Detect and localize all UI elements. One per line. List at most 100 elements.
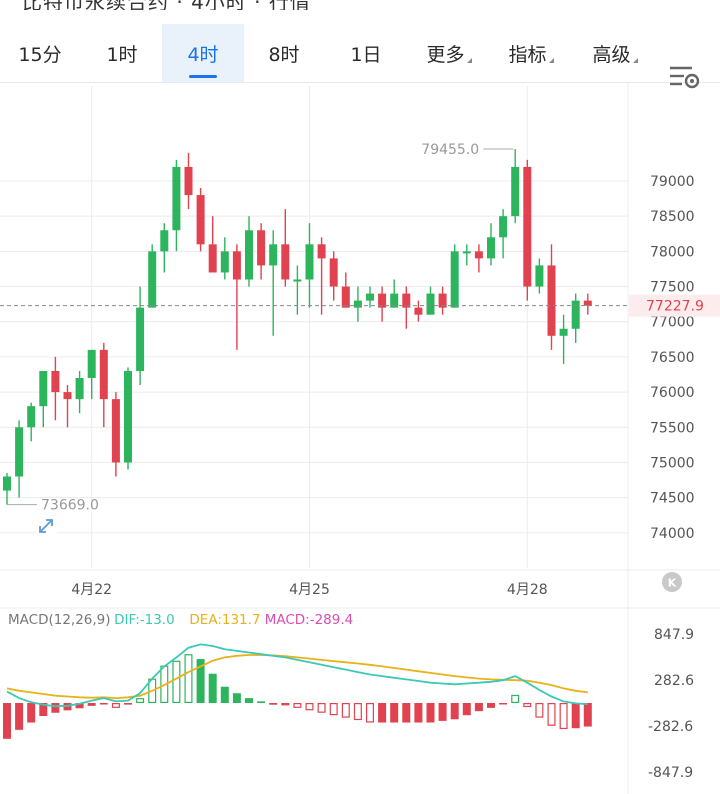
candle-body [293, 279, 302, 282]
macd-histogram-bar [571, 703, 580, 729]
candle-body [99, 349, 108, 400]
timeframe-tabs: 15分 1时 4时 8时 1日 更多 指标 高级 [0, 24, 720, 89]
candle-body [450, 251, 459, 308]
macd-dea-line [6, 654, 588, 700]
candle-body [63, 392, 72, 400]
date-label: 4月28 [507, 582, 548, 598]
tab-8h[interactable]: 8时 [248, 24, 320, 82]
last-price-label: 77227.9 [646, 299, 704, 315]
tab-1d[interactable]: 1日 [330, 24, 402, 82]
candle-body [184, 166, 193, 196]
candle-body [511, 166, 520, 217]
candle-body [535, 265, 544, 287]
macd-histogram-bar [27, 703, 36, 723]
date-axis: 4月22 4月25 4月28 [71, 582, 547, 598]
candle-body [220, 251, 229, 273]
macd-histogram-bar [136, 698, 145, 703]
macd-histogram-bar [378, 703, 387, 723]
candle-body [571, 300, 580, 329]
macd-histogram-bar [51, 703, 60, 713]
macd-histogram-bar [99, 703, 108, 705]
macd-histogram-bar [232, 693, 241, 703]
price-tick-label: 74000 [650, 526, 695, 542]
candle-body [583, 300, 592, 306]
expand-chart-icon[interactable] [33, 513, 59, 539]
candle-body [15, 427, 24, 477]
tab-4h[interactable]: 4时 [162, 24, 244, 82]
candle-body [245, 230, 253, 280]
macd-histogram-bar [208, 673, 217, 703]
price-tick-label: 74500 [650, 491, 695, 507]
macd-histogram-bar [305, 702, 314, 711]
top-header-cut: 比特币永续合约 · 4小时 · 行情 [0, 0, 720, 10]
macd-histogram-bar [111, 702, 120, 708]
macd-histogram-bar [426, 703, 435, 723]
tab-advanced[interactable]: 高级 [578, 24, 652, 82]
candle-body [426, 293, 435, 315]
tab-indicators[interactable]: 指标 [494, 24, 568, 82]
candle-body [257, 230, 266, 266]
candle-body [462, 251, 471, 254]
macd-histogram-bar [523, 702, 532, 708]
macd-tick-label: 847.9 [654, 627, 694, 643]
price-tick-label: 75500 [650, 420, 695, 436]
candle-body [353, 300, 362, 308]
macd-histogram-bar [281, 702, 290, 706]
candle-body [269, 244, 278, 266]
macd-histogram-bar [474, 703, 483, 712]
macd-tick-label: -282.6 [648, 719, 693, 735]
kline-type-icon[interactable]: K [662, 572, 682, 592]
tab-more[interactable]: 更多 [410, 24, 488, 82]
price-tick-label: 78500 [650, 209, 695, 225]
tab-15m[interactable]: 15分 [4, 24, 76, 82]
candle-body [136, 307, 145, 371]
candle-body [366, 293, 374, 301]
macd-legend-item: DEA:131.7 [189, 612, 260, 628]
price-axis: 79000 78500 78000 77500 77000 76500 76000 75500… [650, 174, 695, 542]
candle-body [329, 258, 338, 287]
price-tick-label: 78000 [650, 244, 695, 260]
candle-body [27, 406, 36, 428]
candle-body [39, 370, 48, 407]
price-tick-label: 75000 [650, 455, 695, 471]
candle-body [51, 370, 60, 393]
macd-histogram-bar [220, 686, 229, 703]
date-label: 4月22 [71, 582, 112, 598]
top-header-text: 比特币永续合约 · 4小时 · 行情 [22, 0, 311, 10]
macd-histogram-bar [329, 702, 338, 716]
candle-body [160, 230, 169, 252]
candle-body [172, 166, 181, 231]
price-tick-label: 76500 [650, 350, 695, 366]
macd-histogram-bar [583, 703, 592, 727]
candle-body [124, 370, 132, 463]
candle-body [487, 237, 495, 259]
macd-histogram-bar [353, 702, 362, 721]
macd-histogram-bar [499, 703, 508, 705]
macd-histogram-bar [438, 703, 447, 721]
macd-histogram-bar [402, 703, 411, 723]
macd-histogram-bar [184, 654, 193, 704]
macd-histogram-bar [317, 702, 326, 713]
candle-body [148, 251, 157, 308]
macd-histogram-bar [124, 703, 132, 705]
macd-histogram-bar [450, 703, 459, 720]
macd-histogram-bar [547, 702, 556, 726]
price-tick-label: 77500 [650, 280, 695, 296]
candle-body [196, 195, 205, 245]
macd-histogram-bar [15, 703, 24, 730]
macd-histogram-bar [245, 698, 253, 703]
low-marker-label: 73669.0 [41, 498, 99, 514]
macd-legend-item: DIF:-13.0 [114, 612, 175, 628]
macd-histogram-bar [559, 702, 568, 730]
price-chart[interactable]: 79000 78500 78000 77500 77000 76500 76000 75500… [0, 82, 720, 794]
dropdown-caret-icon [548, 57, 554, 63]
candle-body [87, 349, 96, 379]
macd-histogram-bar [487, 703, 495, 708]
macd-legend-item: MACD:-289.4 [265, 612, 354, 628]
candle-body [559, 328, 568, 336]
chart-grid [0, 82, 720, 794]
macd-histogram-bar [293, 702, 302, 708]
tab-1h[interactable]: 1时 [86, 24, 158, 82]
date-label: 4月25 [289, 582, 330, 598]
macd-histogram-bar [414, 703, 423, 723]
